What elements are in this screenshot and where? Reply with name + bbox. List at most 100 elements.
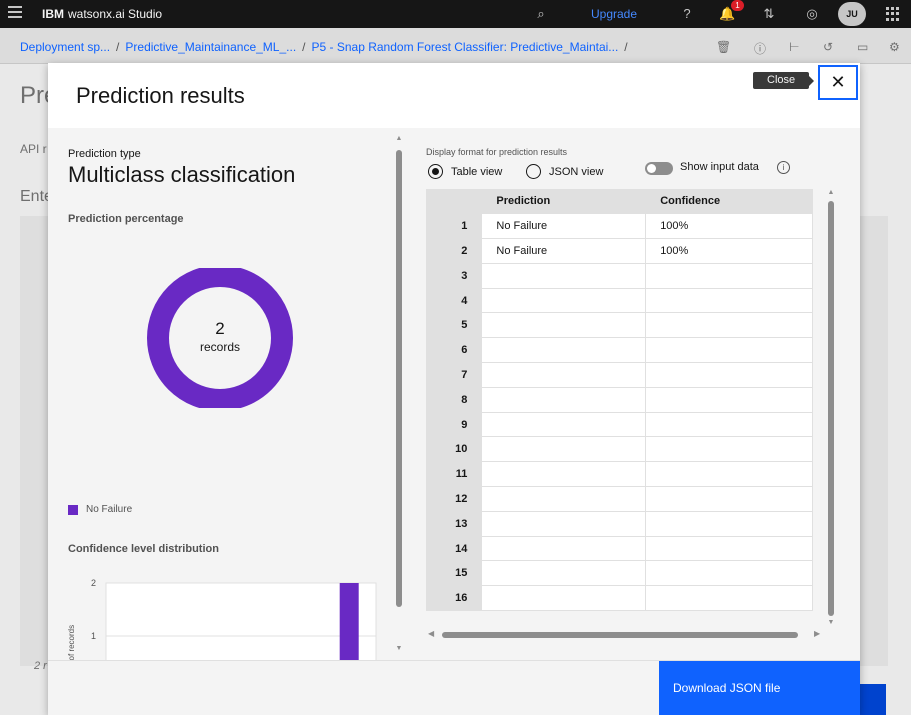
cell-confidence[interactable] xyxy=(645,536,813,562)
hamburger-menu-icon[interactable] xyxy=(8,6,22,20)
table-view-radio[interactable]: Table view xyxy=(428,164,502,179)
left-scroll-thumb[interactable] xyxy=(396,150,402,607)
download-json-button[interactable]: Download JSON file xyxy=(659,661,860,715)
table-row[interactable]: 4 xyxy=(426,288,813,314)
cell-confidence[interactable] xyxy=(645,263,813,289)
cell-confidence[interactable] xyxy=(645,387,813,413)
cell-confidence[interactable] xyxy=(645,312,813,339)
table-row[interactable]: 2 No Failure 100% xyxy=(426,238,813,264)
cell-prediction[interactable]: No Failure xyxy=(481,213,647,240)
user-avatar[interactable]: JU xyxy=(838,2,866,26)
scroll-down-icon[interactable]: ▼ xyxy=(395,645,403,652)
table-row[interactable]: 12 xyxy=(426,486,813,512)
table-row[interactable]: 16 xyxy=(426,585,813,611)
cell-prediction[interactable] xyxy=(481,362,647,388)
cell-confidence[interactable] xyxy=(645,585,813,611)
cell-confidence[interactable] xyxy=(645,362,813,388)
comment-icon[interactable]: ▭ xyxy=(857,40,868,54)
cell-prediction[interactable] xyxy=(481,461,647,488)
cell-confidence[interactable] xyxy=(645,560,813,587)
cell-prediction[interactable]: No Failure xyxy=(481,238,647,264)
close-button[interactable]: ✕ xyxy=(818,65,858,100)
scroll-up-icon[interactable]: ▲ xyxy=(827,189,835,196)
background-primary-button[interactable] xyxy=(860,684,886,715)
table-row[interactable]: 13 xyxy=(426,511,813,537)
left-pane-scrollbar[interactable]: ▲ ▼ xyxy=(395,135,403,655)
search-icon[interactable]: ⌕ xyxy=(533,6,549,22)
table-vertical-scrollbar[interactable]: ▲ ▼ xyxy=(827,189,835,629)
cell-prediction[interactable] xyxy=(481,560,647,587)
cell-prediction[interactable] xyxy=(481,436,647,463)
settings-icon[interactable]: ⚙ xyxy=(889,40,900,54)
cell-confidence[interactable] xyxy=(645,486,813,512)
scroll-right-icon[interactable]: ▶ xyxy=(814,629,820,638)
history-icon[interactable]: ↺ xyxy=(823,40,833,54)
cell-prediction[interactable] xyxy=(481,536,647,562)
cell-confidence[interactable]: 100% xyxy=(645,238,813,264)
prediction-type-label: Prediction type xyxy=(68,148,141,160)
prediction-type-value: Multiclass classification xyxy=(68,162,296,187)
cell-confidence[interactable] xyxy=(645,337,813,364)
delete-icon[interactable]: 🗑 xyxy=(716,40,731,54)
upgrade-link[interactable]: Upgrade xyxy=(591,7,637,21)
table-horizontal-scrollbar[interactable]: ◀ ▶ xyxy=(426,629,826,639)
info-icon[interactable]: i xyxy=(777,161,790,174)
help-icon[interactable]: ? xyxy=(679,6,695,22)
cell-confidence[interactable] xyxy=(645,511,813,537)
breadcrumb-item-deployment-space[interactable]: Deployment sp... xyxy=(20,40,110,54)
cell-prediction[interactable] xyxy=(481,412,647,438)
cell-prediction[interactable] xyxy=(481,387,647,413)
cell-prediction[interactable] xyxy=(481,337,647,364)
row-number: 13 xyxy=(426,511,483,537)
background-footer-text: 2 r xyxy=(34,660,47,672)
cell-confidence[interactable] xyxy=(645,412,813,438)
table-row[interactable]: 6 xyxy=(426,337,813,364)
histogram-y-tick-label: 1 xyxy=(91,631,96,641)
column-header-confidence[interactable]: Confidence xyxy=(645,189,813,215)
cell-confidence[interactable]: 100% xyxy=(645,213,813,240)
breadcrumb-item-project[interactable]: Predictive_Maintainance_ML_... xyxy=(125,40,296,54)
modal-header: Prediction results Close ✕ xyxy=(48,63,860,128)
cell-confidence[interactable] xyxy=(645,436,813,463)
row-number-header xyxy=(426,189,483,215)
table-row[interactable]: 15 xyxy=(426,560,813,587)
cell-confidence[interactable] xyxy=(645,288,813,314)
table-row[interactable]: 14 xyxy=(426,536,813,562)
table-row[interactable]: 9 xyxy=(426,412,813,438)
json-view-label: JSON view xyxy=(549,165,604,178)
table-row[interactable]: 7 xyxy=(426,362,813,388)
table-row[interactable]: 1 No Failure 100% xyxy=(426,213,813,240)
info-icon[interactable]: ⓘ xyxy=(754,40,766,57)
cell-prediction[interactable] xyxy=(481,486,647,512)
app-switcher-icon[interactable] xyxy=(886,7,900,21)
scroll-left-icon[interactable]: ◀ xyxy=(428,629,434,638)
row-number: 8 xyxy=(426,387,483,413)
donut-legend: No Failure xyxy=(68,504,132,515)
cell-prediction[interactable] xyxy=(481,585,647,611)
table-row[interactable]: 11 xyxy=(426,461,813,488)
product-brand[interactable]: IBM watsonx.ai Studio xyxy=(42,7,162,21)
background-tab-api[interactable]: API r xyxy=(20,142,47,156)
donut-slice-no-failure[interactable] xyxy=(147,268,293,408)
table-row[interactable]: 5 xyxy=(426,312,813,339)
branch-icon[interactable]: ⊢ xyxy=(789,40,799,54)
table-row[interactable]: 10 xyxy=(426,436,813,463)
cell-prediction[interactable] xyxy=(481,288,647,314)
table-hscroll-thumb[interactable] xyxy=(442,632,798,638)
table-row[interactable]: 3 xyxy=(426,263,813,289)
modal-title: Prediction results xyxy=(76,83,245,108)
column-header-prediction[interactable]: Prediction xyxy=(481,189,647,215)
json-view-radio[interactable]: JSON view xyxy=(526,164,603,179)
show-input-data-toggle[interactable] xyxy=(645,162,673,175)
switch-account-icon[interactable]: ⇅ xyxy=(761,6,777,22)
cell-prediction[interactable] xyxy=(481,263,647,289)
breadcrumb-item-deployment[interactable]: P5 - Snap Random Forest Classifier: Pred… xyxy=(312,40,619,54)
globe-icon[interactable]: ◎ xyxy=(804,6,820,22)
cell-confidence[interactable] xyxy=(645,461,813,488)
table-row[interactable]: 8 xyxy=(426,387,813,413)
cell-prediction[interactable] xyxy=(481,511,647,537)
scroll-up-icon[interactable]: ▲ xyxy=(395,135,403,142)
scroll-down-icon[interactable]: ▼ xyxy=(827,619,835,626)
cell-prediction[interactable] xyxy=(481,312,647,339)
table-vscroll-thumb[interactable] xyxy=(828,201,834,616)
